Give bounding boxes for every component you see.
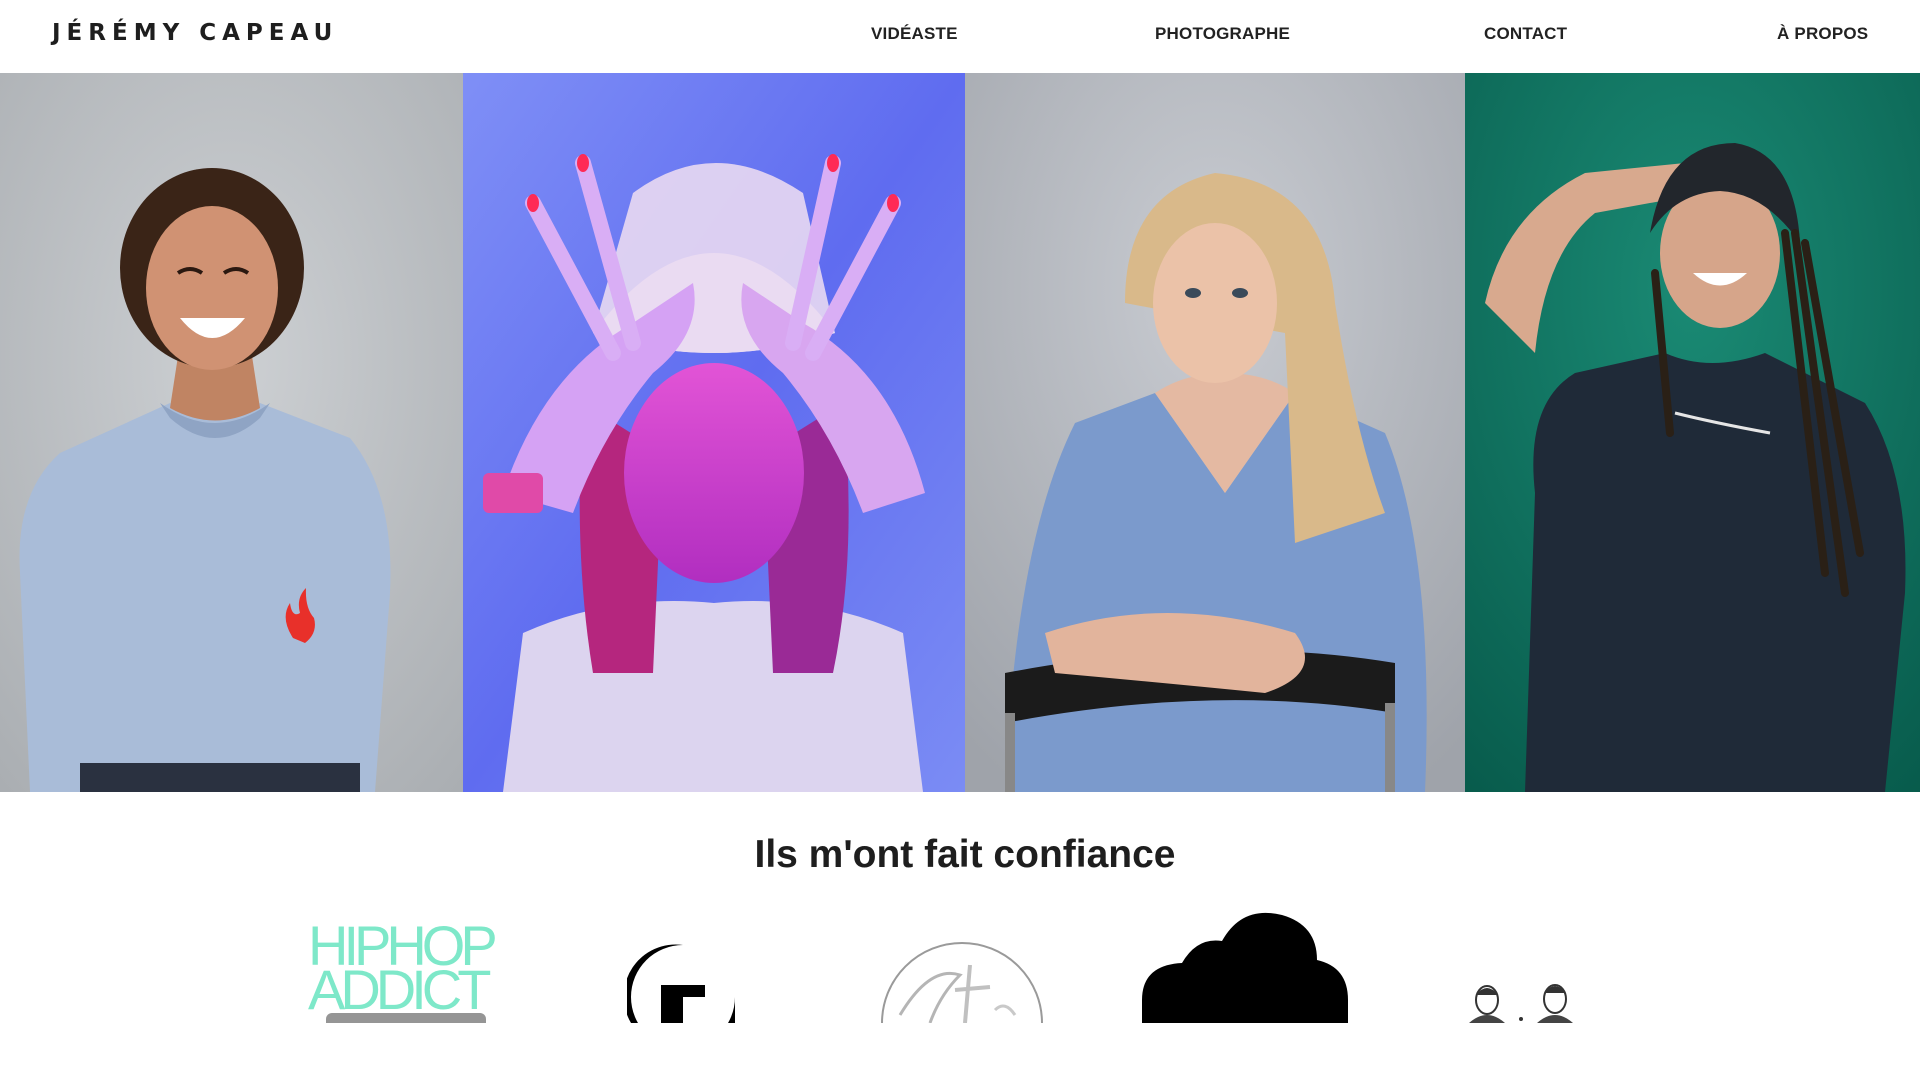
gallery-photo-2[interactable] (463, 73, 965, 792)
client-logos-row: HIPHOP ADDICT (0, 905, 1920, 1023)
clients-section-title: Ils m'ont fait confiance (754, 833, 1176, 876)
script-circle-logo[interactable] (870, 905, 1050, 1023)
nav-link-videaste[interactable]: VIDÉASTE (871, 24, 958, 44)
portrait-illustrations-icon (1469, 984, 1573, 1023)
portrait-neon-bandana-image (463, 73, 965, 792)
nav-link-contact[interactable]: CONTACT (1484, 24, 1567, 44)
photo-gallery (0, 73, 1920, 792)
hiphop-logo-line2: ADDICT (308, 958, 491, 1021)
site-logo[interactable]: JÉRÉMY CAPEAU (52, 20, 338, 46)
cloud-icon (1142, 912, 1348, 1023)
g-letter-icon (623, 944, 735, 1023)
gallery-photo-1[interactable] (0, 73, 463, 792)
g-letter-logo[interactable] (623, 905, 739, 1023)
cloud-logo[interactable] (1142, 905, 1348, 1023)
script-circle-icon (881, 942, 1043, 1023)
hiphop-logo-underline (326, 1013, 486, 1023)
nav-link-a-propos[interactable]: À PROPOS (1777, 24, 1868, 44)
portrait-laughing-woman-image (0, 73, 463, 792)
gallery-photo-4[interactable] (1465, 73, 1920, 792)
gallery-photo-3[interactable] (965, 73, 1465, 792)
portrait-blonde-woman-image (965, 73, 1465, 792)
nav-link-photographe[interactable]: PHOTOGRAPHE (1155, 24, 1290, 44)
portrait-illustrations-logo[interactable] (1467, 905, 1577, 1023)
site-header: JÉRÉMY CAPEAU VIDÉASTE PHOTOGRAPHE CONTA… (0, 0, 1920, 73)
portrait-woman-beanie-image (1465, 73, 1920, 792)
page: JÉRÉMY CAPEAU VIDÉASTE PHOTOGRAPHE CONTA… (0, 0, 1920, 1080)
hiphop-addict-logo[interactable]: HIPHOP ADDICT (308, 905, 508, 1023)
